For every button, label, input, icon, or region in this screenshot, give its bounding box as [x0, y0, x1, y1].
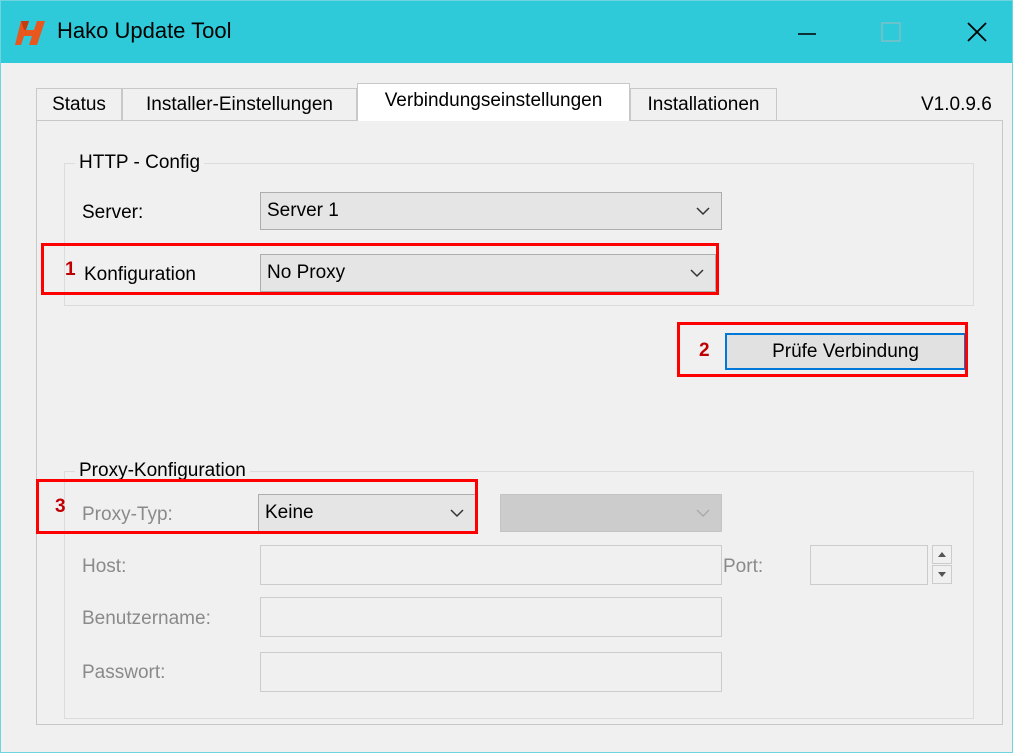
arrow-down-icon — [938, 572, 946, 577]
maximize-icon — [881, 22, 901, 42]
username-input[interactable] — [260, 597, 722, 637]
port-spinner[interactable] — [932, 545, 954, 585]
close-button[interactable] — [940, 1, 1012, 63]
http-config-title: HTTP - Config — [75, 152, 205, 174]
highlight-box-1 — [41, 243, 719, 295]
connection-settings-panel: HTTP - Config Server: Server 1 Konfigura… — [36, 120, 1003, 725]
app-window: Hako Update Tool Status Installer-Einste… — [0, 0, 1013, 753]
server-select-value: Server 1 — [267, 200, 339, 221]
arrow-up-icon — [938, 552, 946, 557]
tab-installer-einstellungen[interactable]: Installer-Einstellungen — [122, 88, 357, 120]
host-input[interactable] — [260, 545, 722, 585]
password-label: Passwort: — [82, 662, 166, 683]
chevron-down-icon — [696, 207, 710, 216]
port-input[interactable] — [810, 545, 928, 585]
highlight-box-2 — [677, 322, 968, 377]
highlight-box-3 — [36, 479, 478, 534]
username-label: Benutzername: — [82, 608, 211, 629]
marker-3: 3 — [55, 496, 66, 517]
title-bar: Hako Update Tool — [1, 1, 1012, 63]
maximize-button[interactable] — [856, 1, 928, 63]
server-label: Server: — [82, 202, 144, 223]
minimize-button[interactable] — [771, 1, 843, 63]
port-label: Port: — [723, 556, 764, 577]
chevron-down-icon — [696, 509, 710, 518]
host-label: Host: — [82, 556, 127, 577]
tab-installationen[interactable]: Installationen — [630, 88, 777, 120]
spin-down-button[interactable] — [932, 565, 952, 584]
minimize-icon — [798, 33, 816, 35]
hako-logo-icon — [15, 21, 45, 45]
proxy-subtype-select[interactable] — [500, 494, 722, 532]
server-select[interactable]: Server 1 — [260, 192, 722, 230]
marker-1: 1 — [65, 259, 76, 280]
marker-2: 2 — [699, 340, 710, 361]
close-icon — [967, 22, 987, 42]
tab-status[interactable]: Status — [36, 88, 122, 120]
password-input[interactable] — [260, 652, 722, 692]
tab-verbindungseinstellungen[interactable]: Verbindungseinstellungen — [357, 83, 630, 121]
window-title: Hako Update Tool — [57, 18, 232, 43]
spin-up-button[interactable] — [932, 545, 952, 564]
version-label: V1.0.9.6 — [921, 94, 992, 115]
